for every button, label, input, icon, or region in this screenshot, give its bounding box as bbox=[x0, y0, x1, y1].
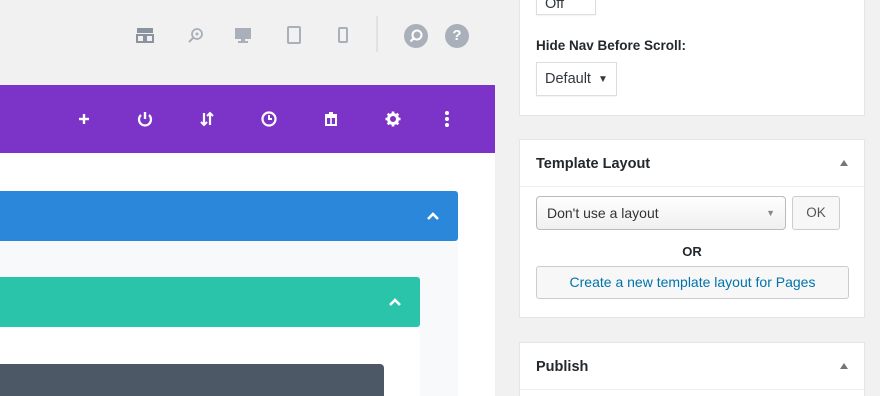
power-icon[interactable] bbox=[135, 109, 155, 129]
panel-divider bbox=[520, 186, 864, 187]
layout-icon[interactable] bbox=[136, 26, 154, 44]
more-icon[interactable] bbox=[437, 109, 457, 129]
create-template-layout-button[interactable]: Create a new template layout for Pages bbox=[536, 266, 849, 299]
template-layout-panel: Template Layout Don't use a layout ▼ OK … bbox=[519, 139, 865, 318]
publish-panel: Publish bbox=[519, 342, 865, 396]
toggle-arrow-icon[interactable] bbox=[840, 160, 848, 166]
layout-dropdown[interactable]: Don't use a layout ▼ bbox=[536, 196, 786, 230]
hide-nav-select-value: Default bbox=[545, 71, 591, 87]
panel-divider bbox=[520, 389, 864, 390]
chevron-up-icon[interactable] bbox=[425, 208, 441, 224]
module-block[interactable] bbox=[0, 364, 384, 396]
hide-nav-label: Hide Nav Before Scroll: bbox=[536, 38, 687, 53]
hide-nav-select[interactable]: Default ▼ bbox=[536, 62, 617, 96]
phone-icon[interactable] bbox=[334, 26, 352, 44]
search-icon bbox=[409, 29, 423, 43]
zoom-icon[interactable] bbox=[187, 26, 205, 44]
previous-select-value: Off bbox=[545, 0, 565, 12]
section-settings-bar bbox=[0, 85, 495, 153]
or-label: OR bbox=[682, 244, 702, 259]
add-icon[interactable] bbox=[74, 109, 94, 129]
column-header[interactable] bbox=[0, 277, 420, 327]
ok-button[interactable]: OK bbox=[792, 196, 840, 230]
help-button[interactable]: ? bbox=[445, 24, 469, 48]
panel-title: Publish bbox=[536, 359, 589, 375]
previous-select[interactable]: Off bbox=[536, 0, 596, 15]
chevron-up-icon[interactable] bbox=[387, 294, 403, 310]
panel-title: Template Layout bbox=[536, 156, 651, 172]
caret-down-icon: ▼ bbox=[766, 208, 775, 218]
trash-icon[interactable] bbox=[321, 109, 341, 129]
history-icon[interactable] bbox=[259, 109, 279, 129]
page-settings-panel: Off Hide Nav Before Scroll: Default ▼ bbox=[519, 0, 865, 116]
toggle-arrow-icon[interactable] bbox=[840, 363, 848, 369]
tablet-icon[interactable] bbox=[285, 26, 303, 44]
search-button[interactable] bbox=[404, 24, 428, 48]
settings-icon[interactable] bbox=[383, 109, 403, 129]
sort-icon[interactable] bbox=[197, 109, 217, 129]
builder-toolbar: ? bbox=[0, 0, 495, 85]
row-header[interactable] bbox=[0, 191, 458, 241]
caret-down-icon: ▼ bbox=[597, 74, 608, 85]
toolbar-divider bbox=[376, 16, 378, 52]
layout-dropdown-value: Don't use a layout bbox=[547, 205, 659, 221]
desktop-icon[interactable] bbox=[234, 26, 252, 44]
